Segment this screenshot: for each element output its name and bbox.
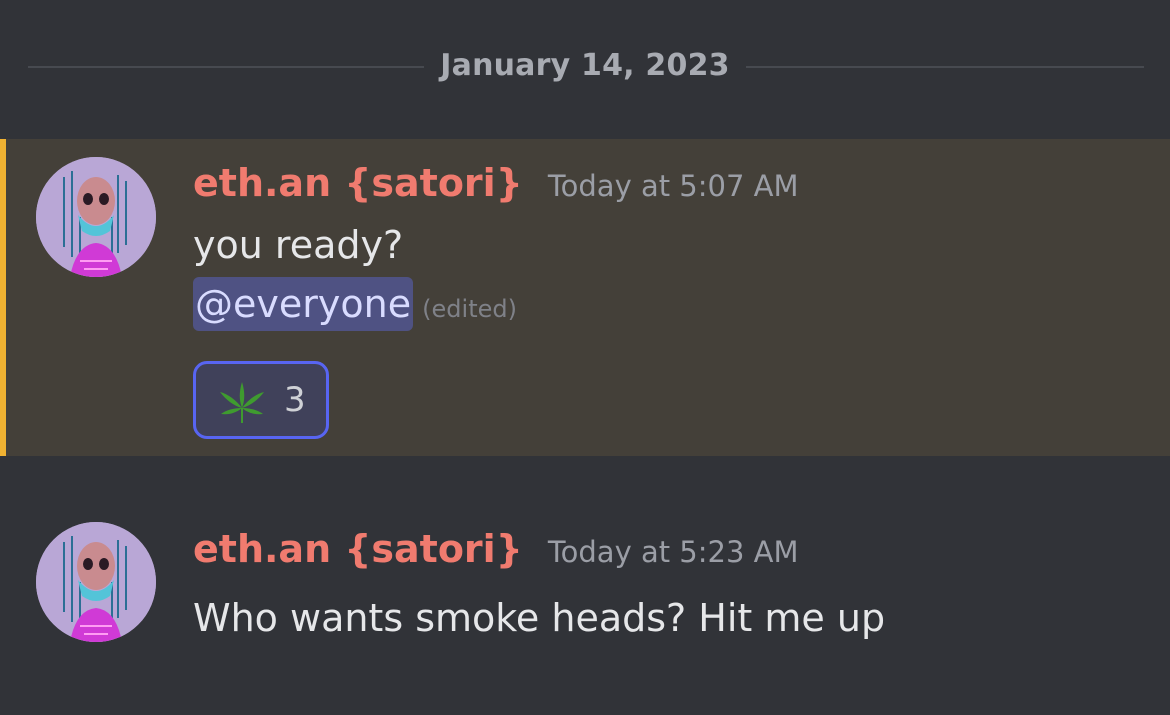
message-highlighted[interactable]: eth.an {satori} Today at 5:07 AM you rea… bbox=[0, 139, 1170, 456]
username[interactable]: eth.an {satori} bbox=[193, 527, 523, 571]
divider-line-left bbox=[28, 66, 424, 68]
leaf-icon bbox=[220, 382, 264, 423]
message-mention-line: @everyone (edited) bbox=[193, 277, 517, 331]
divider-date: January 14, 2023 bbox=[440, 48, 730, 83]
timestamp[interactable]: Today at 5:23 AM bbox=[548, 535, 799, 569]
message-text: you ready? bbox=[193, 223, 404, 267]
avatar[interactable] bbox=[36, 522, 156, 642]
message-text: Who wants smoke heads? Hit me up bbox=[193, 596, 886, 640]
divider-line-right bbox=[746, 66, 1144, 68]
avatar-art-icon bbox=[36, 522, 156, 642]
timestamp[interactable]: Today at 5:07 AM bbox=[548, 169, 799, 203]
edited-label: (edited) bbox=[422, 295, 517, 323]
message-header: eth.an {satori} Today at 5:07 AM bbox=[193, 161, 799, 205]
message[interactable]: eth.an {satori} Today at 5:23 AM Who wan… bbox=[0, 500, 1170, 680]
avatar[interactable] bbox=[36, 157, 156, 277]
avatar-art-icon bbox=[36, 157, 156, 277]
reaction-button[interactable]: 3 bbox=[193, 361, 329, 439]
mention-highlight-bar bbox=[0, 139, 6, 456]
mention-everyone[interactable]: @everyone bbox=[193, 277, 414, 331]
date-divider: January 14, 2023 bbox=[0, 46, 1170, 88]
reaction-count: 3 bbox=[284, 380, 306, 420]
username[interactable]: eth.an {satori} bbox=[193, 161, 523, 205]
message-header: eth.an {satori} Today at 5:23 AM bbox=[193, 527, 799, 571]
